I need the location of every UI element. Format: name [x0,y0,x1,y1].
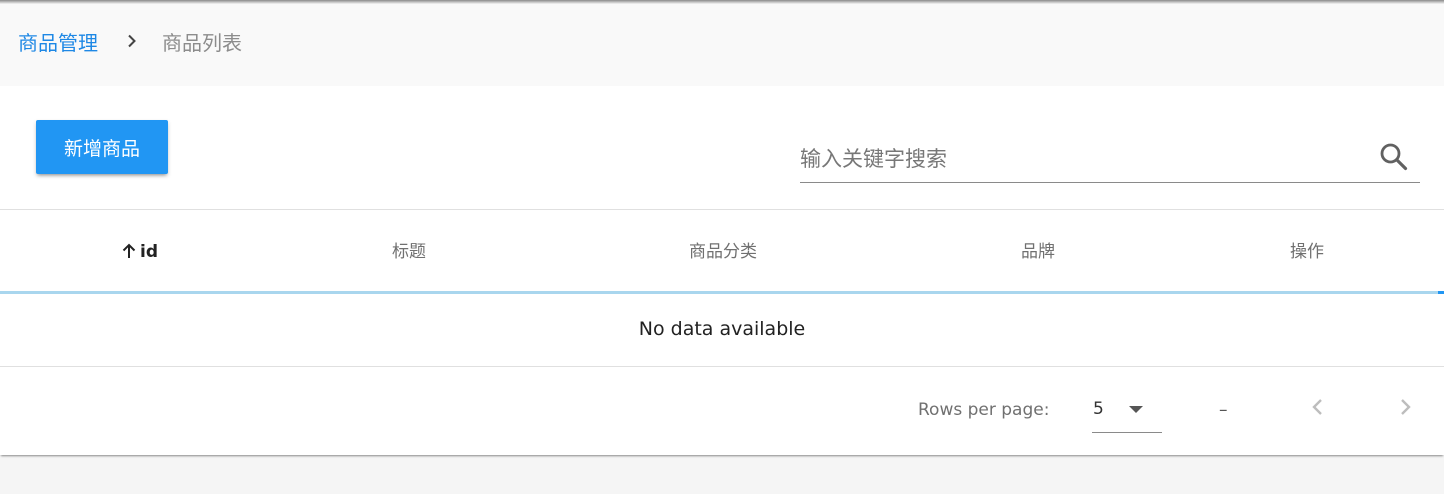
column-header-id-label: id [140,242,158,262]
search-icon[interactable] [1378,141,1410,173]
rows-per-page-value: 5 [1093,399,1104,419]
loading-progress-indicator [1438,291,1444,294]
column-header-id[interactable]: id [120,241,158,263]
column-header-category: 商品分类 [689,242,757,262]
chevron-right-icon [124,33,140,49]
chevron-right-icon[interactable] [1392,394,1418,420]
table-bottom-divider [0,366,1444,367]
search-field [800,136,1420,183]
arrow-up-icon [122,243,136,258]
caret-down-icon [1128,402,1144,418]
chevron-left-icon[interactable] [1305,394,1331,420]
table-top-divider [0,209,1444,210]
search-input[interactable] [800,142,1360,176]
breadcrumb: 商品管理 商品列表 [0,4,1444,86]
product-list-card: 新增商品 id 标题 商品分类 品牌 操作 No data available … [0,86,1444,455]
pagination-range-text: – [1219,400,1228,420]
column-header-actions: 操作 [1290,242,1324,262]
loading-progress-bar [0,291,1444,294]
breadcrumb-item-product-management[interactable]: 商品管理 [18,30,98,56]
empty-state-text: No data available [638,318,806,340]
column-header-brand: 品牌 [1021,242,1055,262]
breadcrumb-item-product-list: 商品列表 [162,31,242,55]
rows-per-page-label: Rows per page: [918,400,1050,420]
add-product-button[interactable]: 新增商品 [36,120,168,174]
rows-per-page-select[interactable]: 5 [1092,390,1162,433]
column-header-title: 标题 [392,242,426,262]
